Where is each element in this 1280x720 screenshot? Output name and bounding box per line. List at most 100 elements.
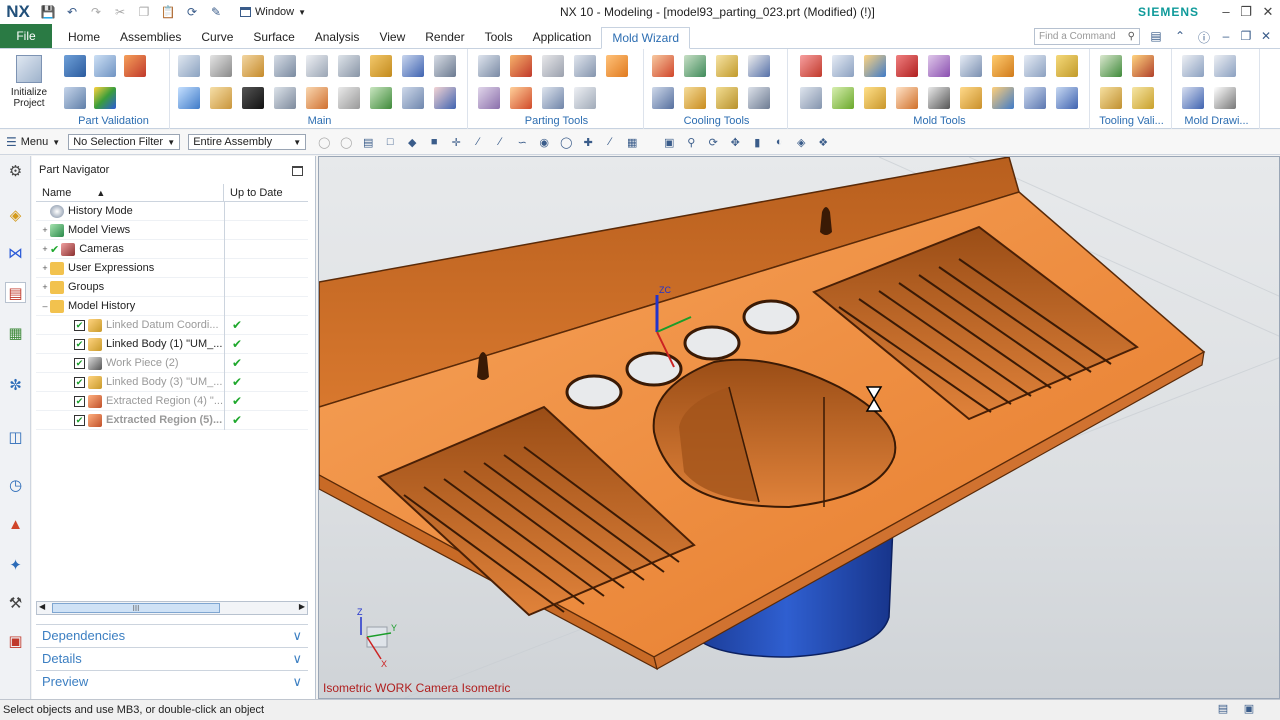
mold-tool-icon[interactable] bbox=[1024, 87, 1046, 109]
main-tool-icon[interactable] bbox=[402, 87, 424, 109]
visibility-checkbox[interactable]: ✔ bbox=[74, 319, 85, 331]
initialize-project-button[interactable]: Initialize Project bbox=[6, 55, 52, 109]
assembly-navigator-icon[interactable]: ◈ bbox=[5, 204, 26, 225]
part-validation-tool-icon[interactable] bbox=[94, 55, 116, 77]
menu-button[interactable]: ☰ Menu ▼ bbox=[6, 135, 60, 149]
mold-tool-icon[interactable] bbox=[960, 87, 982, 109]
main-tool-icon[interactable] bbox=[370, 55, 392, 77]
cooling-tool-icon[interactable] bbox=[716, 87, 738, 109]
part-validation-tool-icon[interactable] bbox=[94, 87, 116, 109]
snap-tangent-icon[interactable]: ∕ bbox=[602, 134, 618, 150]
snap-endpoint-icon[interactable]: ✛ bbox=[448, 134, 464, 150]
clock-icon[interactable]: ◷ bbox=[5, 474, 26, 495]
cooling-tool-icon[interactable] bbox=[652, 87, 674, 109]
roles-icon[interactable]: ✦ bbox=[5, 554, 26, 575]
scroll-left-icon[interactable]: ◀ bbox=[39, 602, 45, 611]
selection-scope-select[interactable]: Entire Assembly ▼ bbox=[188, 134, 307, 150]
select-face-icon[interactable]: ■ bbox=[426, 134, 442, 150]
main-tool-icon[interactable] bbox=[242, 87, 264, 109]
scrollbar-thumb[interactable]: III bbox=[52, 603, 220, 613]
tree-row-feature[interactable]: ✔ Linked Body (1) "UM_... ✔ bbox=[36, 335, 308, 354]
main-tool-icon[interactable] bbox=[306, 87, 328, 109]
parting-tool-icon[interactable] bbox=[606, 55, 628, 77]
layer-icon[interactable]: ❖ bbox=[815, 134, 831, 150]
help-icon[interactable]: ⓘ bbox=[1196, 29, 1212, 45]
visibility-checkbox[interactable]: ✔ bbox=[74, 376, 85, 388]
mold-tool-icon[interactable] bbox=[864, 87, 886, 109]
mold-tool-icon[interactable] bbox=[1056, 87, 1078, 109]
snap-pole-icon[interactable]: ▦ bbox=[624, 134, 640, 150]
redo-icon[interactable]: ↷ bbox=[87, 3, 105, 21]
save-icon[interactable]: 💾 bbox=[39, 3, 57, 21]
status-icon[interactable]: ▤ bbox=[1216, 702, 1230, 716]
doc-close-icon[interactable]: ✕ bbox=[1258, 29, 1274, 45]
history-icon[interactable]: ◫ bbox=[5, 426, 26, 447]
fit-view-icon[interactable]: ▣ bbox=[661, 134, 677, 150]
main-tool-icon[interactable] bbox=[434, 55, 456, 77]
copy-icon[interactable]: ❐ bbox=[135, 3, 153, 21]
snap-intersection-icon[interactable]: ✚ bbox=[580, 134, 596, 150]
mold-tool-icon[interactable] bbox=[960, 55, 982, 77]
repeat-command-icon[interactable]: ⟳ bbox=[183, 3, 201, 21]
main-tool-icon[interactable] bbox=[274, 87, 296, 109]
snap-curve-icon[interactable]: ∽ bbox=[514, 134, 530, 150]
tab-home[interactable]: Home bbox=[58, 26, 110, 48]
graphics-window[interactable]: ZC Z Y X Isometric WORK Camera Isometric bbox=[318, 156, 1280, 699]
scroll-right-icon[interactable]: ▶ bbox=[299, 602, 305, 611]
touch-mode-icon[interactable]: ✎ bbox=[207, 3, 225, 21]
mold-tool-icon[interactable] bbox=[864, 55, 886, 77]
web-browser-icon[interactable]: ✼ bbox=[5, 374, 26, 395]
snap-icon[interactable]: ◯ bbox=[338, 134, 354, 150]
part-validation-tool-icon[interactable] bbox=[64, 87, 86, 109]
snap-center-icon[interactable]: ◉ bbox=[536, 134, 552, 150]
cooling-tool-icon[interactable] bbox=[748, 87, 770, 109]
mold-tool-icon[interactable] bbox=[992, 55, 1014, 77]
main-tool-icon[interactable] bbox=[402, 55, 424, 77]
doc-minimize-icon[interactable]: – bbox=[1218, 29, 1234, 45]
mold-drawing-icon[interactable] bbox=[1214, 87, 1236, 109]
tree-row-feature[interactable]: ✔ Linked Body (3) "UM_... ✔ bbox=[36, 373, 308, 392]
parting-tool-icon[interactable] bbox=[542, 87, 564, 109]
select-feature-icon[interactable]: ▤ bbox=[360, 134, 376, 150]
horizontal-scrollbar[interactable]: ◀ III ▶ bbox=[36, 601, 308, 615]
parting-tool-icon[interactable] bbox=[574, 87, 596, 109]
zoom-icon[interactable]: ⚲ bbox=[683, 134, 699, 150]
mold-drawing-icon[interactable] bbox=[1182, 55, 1204, 77]
tab-tools[interactable]: Tools bbox=[475, 26, 523, 48]
main-tool-icon[interactable] bbox=[274, 55, 296, 77]
parting-tool-icon[interactable] bbox=[510, 55, 532, 77]
collapse-icon[interactable]: – bbox=[40, 301, 50, 311]
details-panel-header[interactable]: Details ∨ bbox=[36, 647, 308, 669]
cut-icon[interactable]: ✂ bbox=[111, 3, 129, 21]
visibility-checkbox[interactable]: ✔ bbox=[74, 357, 85, 369]
tab-application[interactable]: Application bbox=[523, 26, 602, 48]
tab-assemblies[interactable]: Assemblies bbox=[110, 26, 191, 48]
main-tool-icon[interactable] bbox=[306, 55, 328, 77]
tab-file[interactable]: File bbox=[0, 24, 52, 48]
snap-midpoint-icon[interactable]: ∕ bbox=[492, 134, 508, 150]
command-finder-icon[interactable]: ▤ bbox=[1148, 29, 1164, 45]
expand-icon[interactable]: + bbox=[40, 282, 50, 292]
tooling-validation-icon[interactable] bbox=[1100, 87, 1122, 109]
tooling-validation-icon[interactable] bbox=[1132, 55, 1154, 77]
expand-icon[interactable]: + bbox=[40, 263, 50, 273]
parting-tool-icon[interactable] bbox=[542, 55, 564, 77]
rotate-icon[interactable]: ⟳ bbox=[705, 134, 721, 150]
close-icon[interactable]: ✕ bbox=[1260, 4, 1276, 20]
select-body-icon[interactable]: ◆ bbox=[404, 134, 420, 150]
sink-model[interactable]: ZC Z Y X bbox=[319, 157, 1280, 699]
main-tool-icon[interactable] bbox=[338, 55, 360, 77]
snap-line-icon[interactable]: ∕ bbox=[470, 134, 486, 150]
tab-render[interactable]: Render bbox=[415, 26, 474, 48]
mold-drawing-icon[interactable] bbox=[1182, 87, 1204, 109]
reuse-library-icon[interactable]: ▦ bbox=[5, 322, 26, 343]
column-header-uptodate[interactable]: Up to Date bbox=[224, 184, 289, 201]
display-mode-icon[interactable]: ◐ bbox=[771, 134, 787, 150]
main-tool-icon[interactable] bbox=[338, 87, 360, 109]
snap-icon[interactable]: ◯ bbox=[316, 134, 332, 150]
main-tool-icon[interactable] bbox=[210, 55, 232, 77]
main-tool-icon[interactable] bbox=[242, 55, 264, 77]
tree-row-cameras[interactable]: + ✔ Cameras bbox=[36, 240, 308, 259]
parting-tool-icon[interactable] bbox=[574, 55, 596, 77]
mold-tool-icon[interactable] bbox=[832, 55, 854, 77]
